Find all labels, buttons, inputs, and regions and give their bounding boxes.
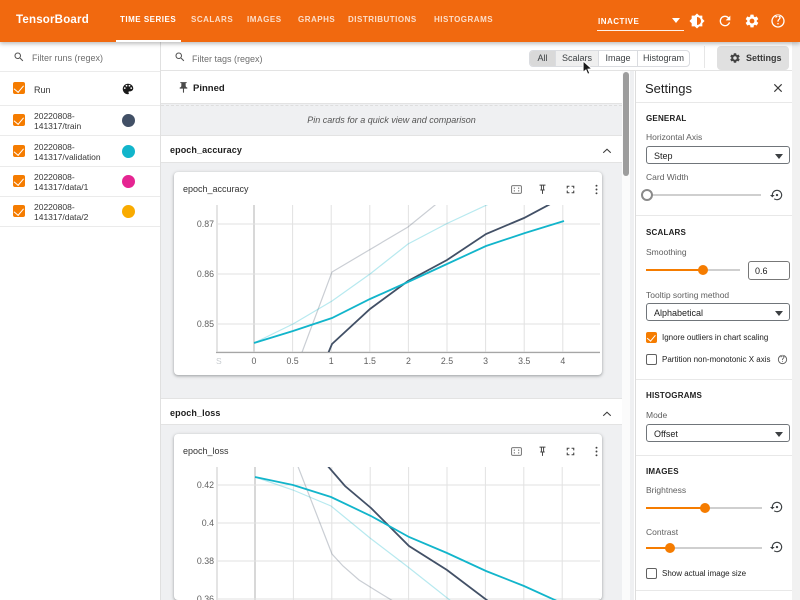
svg-text:0.86: 0.86 (197, 269, 214, 279)
svg-text:4: 4 (560, 356, 565, 366)
svg-text:0.4: 0.4 (202, 518, 214, 528)
svg-text:0.38: 0.38 (197, 556, 214, 566)
svg-text:S: S (216, 356, 222, 366)
svg-text:0.42: 0.42 (197, 480, 214, 490)
svg-text:3.5: 3.5 (518, 356, 530, 366)
svg-text:0.87: 0.87 (197, 219, 214, 229)
svg-text:1.5: 1.5 (364, 356, 376, 366)
svg-text:0.36: 0.36 (197, 594, 214, 600)
svg-text:0.85: 0.85 (197, 319, 214, 329)
svg-text:3: 3 (483, 356, 488, 366)
svg-text:2.5: 2.5 (441, 356, 453, 366)
svg-text:2: 2 (406, 356, 411, 366)
svg-text:0.5: 0.5 (286, 356, 298, 366)
svg-text:1: 1 (329, 356, 334, 366)
svg-text:0: 0 (252, 356, 257, 366)
